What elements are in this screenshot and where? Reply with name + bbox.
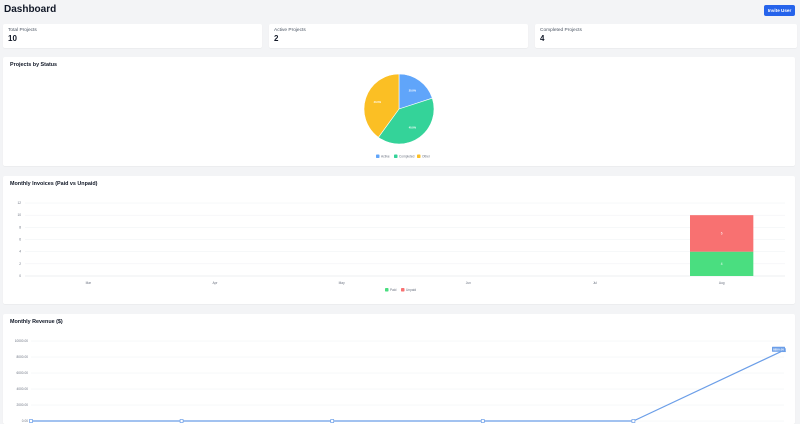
data-point [481, 420, 484, 423]
legend-swatch [401, 288, 405, 292]
pie-slice-label: 40.0% [409, 125, 417, 129]
y-tick-label: 0 [19, 274, 21, 278]
legend-swatch [376, 155, 380, 159]
monthly-invoices-card: Monthly Invoices (Paid vs Unpaid) 024681… [3, 176, 795, 304]
y-tick-label: 6 [19, 238, 21, 242]
bar-value-label: 6 [721, 231, 723, 235]
stat-value: 10 [8, 34, 17, 43]
y-tick-label: 0.00 [22, 419, 28, 423]
y-tick-label: 4000.00 [16, 387, 28, 391]
bar-value-label: 4 [721, 262, 723, 266]
x-tick-label: Apr [213, 281, 219, 285]
revenue-line [31, 350, 784, 421]
y-tick-label: 2 [19, 262, 21, 266]
stat-label: Total Projects [8, 28, 37, 33]
legend-label: Completed [399, 155, 415, 159]
legend-label: Other [422, 155, 431, 159]
invite-user-button[interactable]: Invite User [764, 5, 795, 16]
y-tick-label: 12 [17, 201, 21, 205]
legend-label: Unpaid [406, 288, 416, 292]
page-title: Dashboard [4, 4, 56, 15]
stats-row: Total Projects 10 Active Projects 2 Comp… [3, 24, 797, 48]
y-tick-label: 8000.00 [16, 355, 28, 359]
legend-label: Paid [390, 288, 397, 292]
pie-slice-label: 40.0% [374, 100, 382, 104]
data-point [331, 420, 334, 423]
data-point [30, 420, 33, 423]
stat-card-completed: Completed Projects 4 [535, 24, 797, 48]
x-tick-label: Aug [719, 281, 725, 285]
y-tick-label: 6000.00 [16, 371, 28, 375]
legend-label: Active [381, 155, 390, 159]
x-tick-label: Jul [593, 281, 597, 285]
legend-swatch [417, 155, 421, 159]
pie-slice-label: 20.0% [409, 89, 417, 93]
x-tick-label: Mar [86, 281, 92, 285]
legend-swatch [394, 155, 398, 159]
stat-label: Active Projects [274, 28, 306, 33]
x-tick-label: Jun [466, 281, 471, 285]
line-chart: 0.00 2000.00 4000.00 6000.00 8000.00 10000.00… [3, 314, 795, 424]
bar-chart: 0 2 4 6 8 10 12 Mar Apr May Jun Jul Aug 4 6 Paid Unpaid [3, 176, 795, 304]
header: Dashboard Invite User [0, 0, 800, 22]
stat-label: Completed Projects [540, 28, 582, 33]
x-tick-label: May [339, 281, 345, 285]
data-point [632, 420, 635, 423]
data-point [180, 420, 183, 423]
monthly-revenue-card: Monthly Revenue ($) 0.002000.004000.0060… [3, 314, 795, 424]
y-tick-label: 4 [19, 250, 21, 254]
stat-card-total: Total Projects 10 [3, 24, 262, 48]
stat-card-active: Active Projects 2 [269, 24, 528, 48]
y-tick-label: 10 [17, 213, 21, 217]
stat-value: 4 [540, 34, 544, 43]
legend-swatch [385, 288, 389, 292]
y-tick-label: 8 [19, 225, 21, 229]
stat-value: 2 [274, 34, 278, 43]
pie-chart: 20.0% 40.0% 40.0% Active Completed Other [3, 57, 795, 166]
data-label: 8850.00 [773, 348, 784, 352]
y-tick-label: 10000.00 [15, 339, 29, 343]
y-tick-label: 2000.00 [16, 403, 28, 407]
projects-by-status-card: Projects by Status 20.0%40.0%40.0%Active… [3, 57, 795, 166]
